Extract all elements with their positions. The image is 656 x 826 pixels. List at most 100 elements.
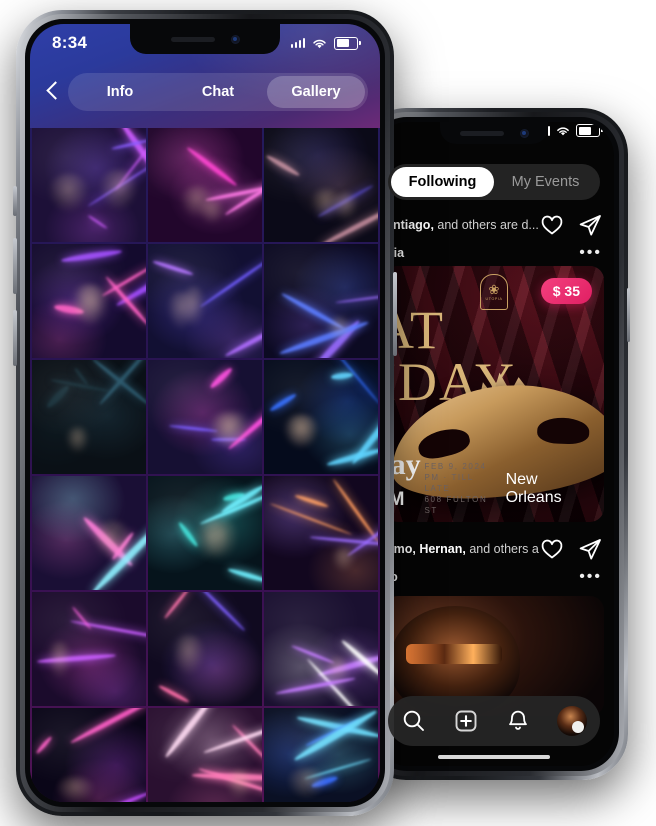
light-streak — [205, 183, 262, 202]
light-streak — [74, 366, 89, 386]
event-poster-card[interactable]: ❀ UTOPIA $ 35 EAT RIDAY day 0 PM FEB 9, … — [384, 266, 604, 522]
create-icon[interactable] — [453, 708, 479, 734]
gallery-photo[interactable] — [148, 244, 262, 358]
light-streak — [198, 767, 262, 798]
light-streak — [152, 259, 194, 276]
subject-silhouette — [71, 284, 115, 358]
light-streak — [71, 605, 93, 630]
gallery-photo[interactable] — [264, 592, 378, 706]
poster-sunglasses-graphic — [406, 644, 502, 664]
light-streak — [310, 536, 378, 548]
light-streak — [280, 291, 347, 332]
light-streak — [226, 567, 262, 585]
battery-icon — [334, 36, 361, 50]
more-options-icon[interactable]: ••• — [579, 569, 602, 585]
poster-title-line1: EAT — [384, 300, 445, 360]
light-streak — [340, 639, 378, 680]
light-streak — [317, 652, 378, 679]
gallery-photo[interactable] — [148, 708, 262, 802]
post-likes-row: antiago, and others are d... — [374, 208, 614, 238]
photo-17 — [148, 708, 262, 802]
subject-silhouette — [169, 634, 208, 706]
light-streak — [111, 138, 146, 150]
send-icon[interactable] — [578, 214, 602, 236]
detail-segmented-control[interactable]: Info Chat Gallery — [68, 73, 368, 111]
tab-my-events[interactable]: My Events — [494, 167, 597, 197]
brand-mark: ❀ — [488, 281, 500, 297]
subject-silhouette — [199, 518, 242, 590]
battery-icon — [576, 124, 603, 137]
subject-silhouette — [179, 287, 208, 358]
gallery-photo[interactable] — [32, 476, 146, 590]
photo-7 — [32, 360, 146, 474]
post-header: to ••• — [374, 562, 614, 590]
light-streak — [222, 491, 246, 503]
back-phone-device: Following My Events antiago, and others … — [358, 108, 630, 780]
likes-names: omo, Hernan, — [386, 542, 466, 556]
subject-silhouette — [45, 642, 75, 706]
gallery-photo[interactable] — [32, 592, 146, 706]
profile-avatar[interactable] — [557, 706, 587, 736]
gallery-photo[interactable] — [264, 244, 378, 358]
earpiece-speaker — [459, 130, 504, 136]
gallery-photo[interactable] — [148, 476, 262, 590]
gallery-photo[interactable] — [148, 128, 262, 242]
gallery-photo[interactable] — [264, 128, 378, 242]
power-button[interactable] — [627, 288, 630, 342]
back-chevron-icon[interactable] — [42, 81, 64, 103]
front-camera — [230, 34, 240, 44]
home-indicator — [438, 755, 550, 759]
gallery-photo[interactable] — [32, 708, 146, 802]
gallery-photo[interactable] — [32, 128, 146, 242]
heart-icon[interactable] — [540, 538, 564, 560]
mute-switch[interactable] — [13, 186, 17, 216]
light-streak — [185, 146, 238, 188]
light-streak — [115, 251, 146, 307]
gallery-photo[interactable] — [264, 708, 378, 802]
light-streak — [230, 724, 262, 766]
light-streak — [293, 493, 329, 509]
gallery-photo[interactable] — [264, 476, 378, 590]
volume-down-button[interactable] — [13, 310, 17, 366]
light-streak — [278, 319, 369, 357]
heart-icon[interactable] — [540, 214, 564, 236]
gallery-photo[interactable] — [32, 360, 146, 474]
search-icon[interactable] — [401, 708, 427, 734]
gallery-photo[interactable] — [148, 592, 262, 706]
poster-footer: 0 PM FEB 9, 2024 PM · TILL LATE 608 FULT… — [384, 461, 604, 516]
bottom-tab-bar[interactable] — [388, 696, 600, 746]
light-streak — [89, 517, 146, 590]
subject-silhouette — [306, 189, 345, 242]
feed-scroll-area[interactable]: antiago, and others are d... bia ••• ❀ U… — [374, 208, 614, 766]
gallery-grid[interactable] — [30, 128, 380, 802]
gallery-photo[interactable] — [148, 360, 262, 474]
photo-9 — [264, 360, 378, 474]
price-badge[interactable]: $ 35 — [540, 278, 592, 304]
light-streak — [226, 384, 262, 451]
light-streak — [69, 619, 146, 642]
subject-silhouette — [281, 415, 323, 474]
light-streak — [209, 365, 234, 389]
volume-up-button[interactable] — [13, 238, 17, 294]
gallery-photo[interactable] — [32, 244, 146, 358]
send-icon[interactable] — [578, 538, 602, 560]
status-time: 8:34 — [52, 33, 88, 52]
power-button[interactable] — [393, 272, 397, 356]
subject-silhouette — [62, 427, 93, 474]
more-options-icon[interactable]: ••• — [579, 245, 602, 261]
light-streak — [199, 253, 262, 309]
subject-silhouette — [323, 316, 356, 358]
notifications-bell-icon[interactable] — [505, 708, 531, 734]
tab-chat[interactable]: Chat — [169, 76, 267, 108]
tab-info[interactable]: Info — [71, 76, 169, 108]
photo-1 — [32, 128, 146, 242]
photo-2 — [148, 128, 262, 242]
feed-segmented-control[interactable]: Following My Events — [388, 164, 600, 200]
light-streak — [49, 378, 110, 393]
tab-gallery[interactable]: Gallery — [267, 76, 365, 108]
poster-address: 608 FULTON ST — [424, 495, 488, 515]
light-streak — [87, 159, 146, 208]
front-camera — [519, 128, 529, 138]
tab-following[interactable]: Following — [391, 167, 494, 197]
gallery-photo[interactable] — [264, 360, 378, 474]
